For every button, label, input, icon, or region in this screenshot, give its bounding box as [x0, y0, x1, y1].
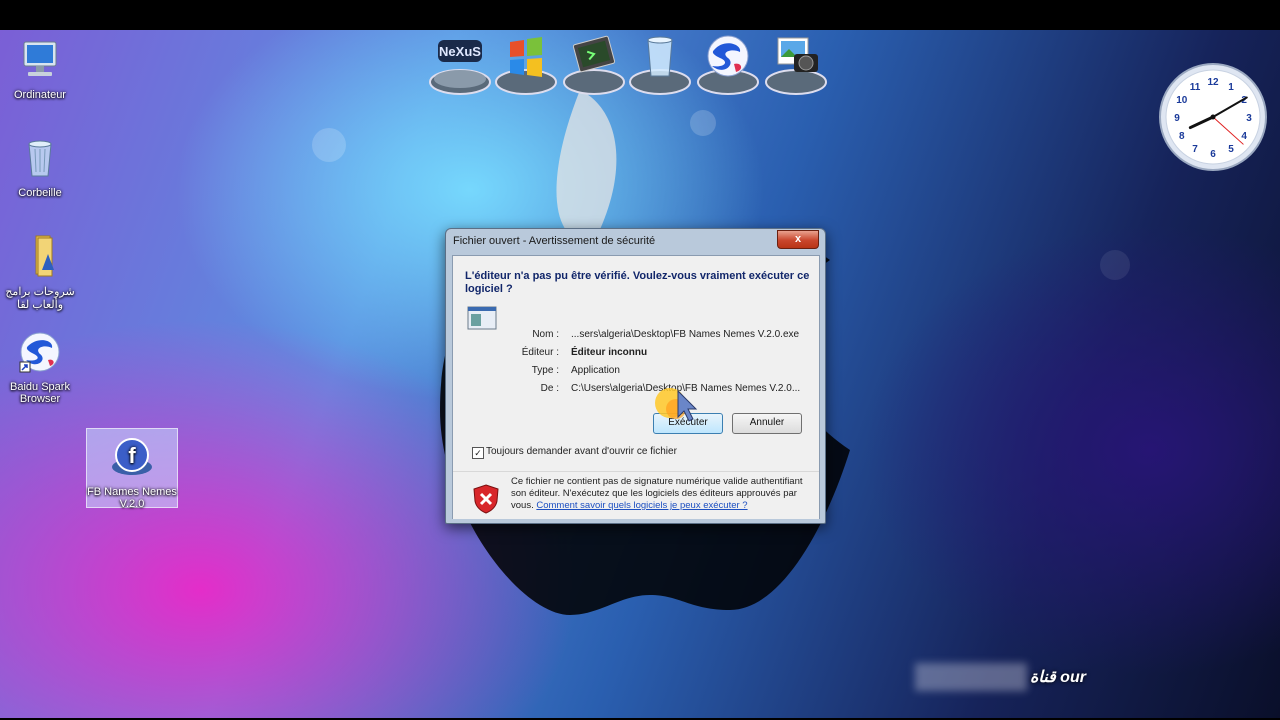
desktop-icon-label: FB Names Nemes V.2.0 [87, 486, 177, 510]
field-value-name: ...sers\algeria\Desktop\FB Names Nemes V… [571, 329, 800, 340]
bokeh-dot [1100, 250, 1130, 280]
field-label-publisher: Éditeur : [521, 347, 559, 358]
desktop-icon-label: Baidu Spark Browser [10, 381, 70, 405]
clock-number: 5 [1228, 144, 1234, 155]
application-icon [467, 306, 497, 330]
channel-watermark: قناة our [1030, 669, 1086, 686]
field-label-type: Type : [531, 365, 559, 376]
computer-icon [23, 41, 57, 76]
clock-number: 7 [1192, 144, 1198, 155]
desktop-icon-recycle-bin[interactable]: Corbeille [0, 136, 80, 199]
analog-clock-gadget[interactable]: 12 1234567891011 [1158, 62, 1268, 172]
dock-item-camera[interactable] [764, 32, 828, 98]
dock-item-windows[interactable] [494, 32, 558, 98]
terminal-icon [563, 35, 625, 95]
clock-number: 3 [1246, 113, 1252, 124]
clock-number: 1 [1228, 82, 1234, 93]
desktop-icon-baidu-spark[interactable]: Baidu Spark Browser [0, 330, 80, 405]
desktop-icon-label: Corbeille [18, 187, 62, 199]
dialog-footer: Ce fichier ne contient pas de signature … [453, 471, 819, 519]
cancel-button[interactable]: Annuler [732, 413, 802, 434]
close-icon: x [794, 233, 802, 245]
clock-number: 10 [1176, 95, 1188, 106]
dialog-title: Fichier ouvert - Avertissement de sécuri… [453, 235, 656, 247]
facebook-app-icon: f [112, 438, 152, 475]
recycle-bin-icon [28, 140, 52, 177]
desktop-icon-folder[interactable]: شروحات برامج وألعاب لقا [0, 234, 80, 311]
dock-item-baidu-spark[interactable] [696, 32, 760, 98]
nexus-icon: NeXuS [429, 40, 491, 95]
always-ask-checkbox[interactable]: ✓ [472, 447, 484, 459]
always-ask-label[interactable]: Toujours demander avant d'ouvrir ce fich… [486, 446, 677, 457]
dialog-heading: L'éditeur n'a pas pu être vérifié. Voule… [465, 270, 810, 295]
watermark-blur [915, 663, 1027, 691]
svg-text:NeXuS: NeXuS [439, 44, 481, 59]
field-value-type: Application [571, 365, 620, 376]
clock-number: 6 [1210, 149, 1216, 160]
desktop-icon-fb-names[interactable]: f FB Names Nemes V.2.0 [86, 428, 178, 510]
svg-text:f: f [128, 443, 136, 468]
clock-number: 12 [1207, 77, 1219, 88]
security-warning-dialog: Fichier ouvert - Avertissement de sécuri… [445, 228, 826, 524]
close-button[interactable]: x [777, 230, 819, 249]
letterbox-top [0, 0, 1280, 30]
bokeh-dot [312, 128, 346, 162]
screen: Ordinateur Corbeille شروحات برامج وألعاب… [0, 0, 1280, 720]
dialog-body: L'éditeur n'a pas pu être vérifié. Voule… [452, 255, 820, 519]
baidu-spark-icon [697, 35, 759, 95]
clock-number: 9 [1174, 113, 1180, 124]
checkmark-icon: ✓ [474, 448, 482, 458]
clock-number: 11 [1190, 82, 1201, 93]
bokeh-dot [690, 110, 716, 136]
dialog-titlebar[interactable]: Fichier ouvert - Avertissement de sécuri… [446, 229, 825, 255]
mouse-cursor-icon [655, 388, 698, 422]
dock-item-terminal[interactable] [562, 32, 626, 98]
baidu-spark-icon [19, 332, 60, 373]
camera-photo-icon [765, 37, 827, 95]
shield-error-icon [473, 484, 499, 514]
dock-item-nexus[interactable]: NeXuS [428, 32, 492, 98]
desktop-icon-computer[interactable]: Ordinateur [0, 38, 80, 101]
clock-number: 8 [1179, 131, 1185, 142]
learn-more-link[interactable]: Comment savoir quels logiciels je peux e… [536, 500, 747, 511]
field-value-publisher: Éditeur inconnu [571, 347, 648, 358]
recycle-bin-icon [629, 36, 691, 95]
warning-message: Ce fichier ne contient pas de signature … [511, 476, 811, 512]
dock-item-recycle-bin[interactable] [628, 32, 692, 98]
desktop-icon-label: شروحات برامج وألعاب لقا [5, 286, 75, 311]
field-label-name: Nom : [532, 329, 559, 340]
field-label-from: De : [540, 383, 559, 394]
desktop-icon-label: Ordinateur [14, 89, 66, 101]
folder-icon [35, 235, 54, 277]
clock-number: 4 [1241, 131, 1247, 142]
windows-logo-icon [495, 37, 557, 95]
